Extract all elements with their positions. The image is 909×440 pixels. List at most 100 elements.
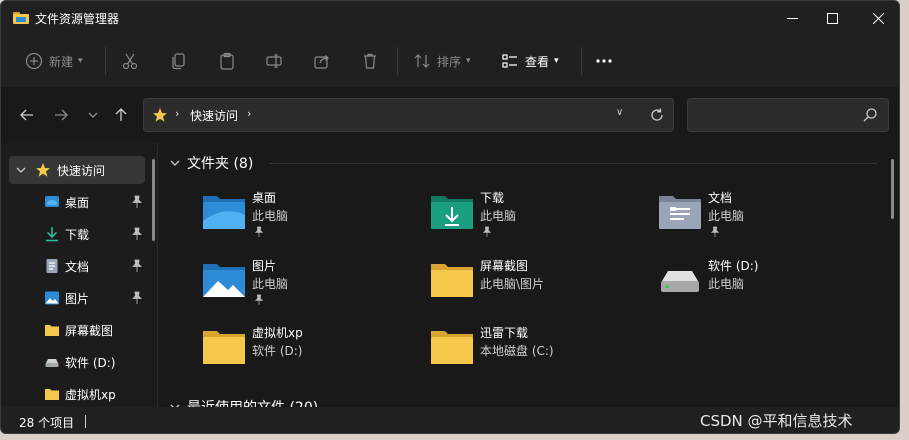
sidebar-item-desktop[interactable]: 桌面 [9, 188, 145, 216]
recent-locations-button[interactable] [81, 103, 105, 127]
sidebar-item-downloads[interactable]: 下载 [9, 220, 145, 248]
trash-icon [364, 53, 376, 69]
sort-icon [414, 54, 430, 68]
title-bar: 文件资源管理器 [1, 1, 899, 35]
sort-button[interactable]: 排序 ▾ [413, 45, 471, 77]
folder-tile-thunder-downloads[interactable]: 迅雷下载 本地磁盘 (C:) [430, 322, 640, 382]
refresh-icon[interactable] [649, 107, 665, 123]
breadcrumb-quick-access[interactable]: 快速访问 [190, 107, 238, 124]
folder-location: 此电脑\图片 [480, 277, 545, 291]
content-scrollbar[interactable] [891, 159, 894, 219]
sidebar-item-label: 软件 (D:) [65, 356, 116, 370]
folder-tile-drive-d[interactable]: 软件 (D:) 此电脑 [658, 255, 868, 315]
command-bar: 新建 ▾ 排序 ▾ 查看 ▾ [1, 35, 899, 87]
picture-icon [45, 291, 59, 305]
sidebar-item-label: 屏幕截图 [65, 324, 114, 338]
folder-name: 桌面 [252, 191, 277, 205]
group-divider [269, 163, 877, 164]
scissors-icon [122, 53, 138, 70]
chevron-down-icon: ▾ [466, 56, 471, 66]
paste-icon [220, 52, 234, 70]
address-bar[interactable]: › 快速访问 › ∨ [143, 98, 674, 132]
more-dots-icon [596, 59, 612, 63]
window-title: 文件资源管理器 [35, 12, 120, 26]
sidebar-item-pictures[interactable]: 图片 [9, 284, 145, 312]
content-pane: 文件夹 (8) 桌面 此电脑 下载 此电脑 文档 此电脑 图片 此电脑 屏幕截图… [157, 143, 899, 416]
download-icon [46, 227, 58, 242]
drive-icon [661, 271, 699, 292]
chevron-down-icon[interactable] [15, 164, 27, 176]
close-button[interactable] [855, 1, 899, 35]
folder-tile-desktop[interactable]: 桌面 此电脑 [202, 187, 412, 247]
folder-icon [203, 331, 245, 364]
folder-name: 虚拟机xp [252, 326, 303, 340]
paste-button[interactable] [218, 45, 236, 77]
sidebar-item-screenshots[interactable]: 屏幕截图 [9, 316, 145, 344]
folder-tile-pictures[interactable]: 图片 此电脑 [202, 255, 412, 315]
chevron-down-icon[interactable]: ∨ [616, 107, 623, 118]
folder-location: 软件 (D:) [252, 344, 303, 358]
drive-icon [45, 359, 59, 367]
sidebar-item-label: 文档 [65, 260, 90, 274]
sidebar-item-label: 桌面 [65, 196, 90, 210]
folder-name: 屏幕截图 [480, 259, 529, 273]
search-input[interactable] [687, 98, 889, 132]
toolbar-divider [581, 47, 582, 75]
view-button[interactable]: 查看 ▾ [501, 45, 559, 77]
maximize-button[interactable] [809, 1, 855, 35]
folder-name: 下载 [480, 191, 505, 205]
back-button[interactable] [15, 103, 39, 127]
folder-tile-documents[interactable]: 文档 此电脑 [658, 187, 868, 247]
sidebar-item-label: 快速访问 [57, 164, 106, 178]
chevron-down-icon [170, 160, 180, 166]
navigation-bar: › 快速访问 › ∨ [1, 87, 899, 143]
folder-tile-screenshots[interactable]: 屏幕截图 此电脑\图片 [430, 255, 640, 315]
sidebar-item-quick-access[interactable]: 快速访问 [9, 156, 145, 184]
folder-name: 软件 (D:) [708, 259, 759, 273]
pane-divider[interactable] [157, 143, 158, 407]
pin-icon [132, 259, 142, 272]
folder-location: 此电脑 [480, 209, 517, 223]
up-button[interactable] [109, 103, 133, 127]
arrow-right-icon [55, 109, 68, 121]
rename-button[interactable] [265, 45, 283, 77]
sidebar-item-drive-d[interactable]: 软件 (D:) [9, 348, 145, 376]
view-button-label: 查看 [525, 54, 550, 69]
folder-tile-vm-xp[interactable]: 虚拟机xp 软件 (D:) [202, 322, 412, 382]
forward-button[interactable] [49, 103, 73, 127]
navigation-pane: 快速访问 桌面 下载 文档 图片 屏幕截图 软件 (D:) 虚拟机xp [1, 143, 157, 407]
cut-button[interactable] [121, 45, 139, 77]
copy-button[interactable] [170, 45, 188, 77]
toolbar-divider [397, 47, 398, 75]
breadcrumb-chevron-icon[interactable]: › [247, 107, 251, 120]
folder-icon [45, 389, 59, 400]
sidebar-item-vm-xp[interactable]: 虚拟机xp [9, 380, 145, 408]
chevron-down-icon: ▾ [78, 56, 83, 66]
new-button[interactable]: 新建 ▾ [25, 45, 83, 77]
folder-location: 此电脑 [252, 277, 289, 291]
folder-location: 此电脑 [252, 209, 289, 223]
folder-name: 图片 [252, 259, 277, 273]
search-icon [863, 108, 877, 122]
folder-tile-downloads[interactable]: 下载 此电脑 [430, 187, 640, 247]
chevron-down-icon [88, 112, 98, 118]
pin-icon [132, 291, 142, 304]
folder-location: 此电脑 [708, 277, 745, 291]
sidebar-item-label: 下载 [65, 228, 90, 242]
sidebar-item-documents[interactable]: 文档 [9, 252, 145, 280]
rename-icon [266, 54, 282, 68]
chevron-down-icon: ▾ [554, 56, 559, 66]
copy-icon [172, 53, 185, 70]
sidebar-scrollbar[interactable] [152, 159, 155, 241]
folder-icon [45, 325, 59, 336]
downloads-folder-icon [431, 196, 473, 229]
delete-button[interactable] [361, 45, 379, 77]
folder-icon [431, 264, 473, 297]
more-options-button[interactable] [595, 45, 613, 77]
sort-button-label: 排序 [437, 54, 462, 69]
folder-location: 此电脑 [708, 209, 745, 223]
minimize-icon [786, 17, 798, 19]
folders-group-header[interactable]: 文件夹 (8) [169, 153, 253, 173]
pin-icon [132, 195, 142, 208]
share-button[interactable] [313, 45, 331, 77]
